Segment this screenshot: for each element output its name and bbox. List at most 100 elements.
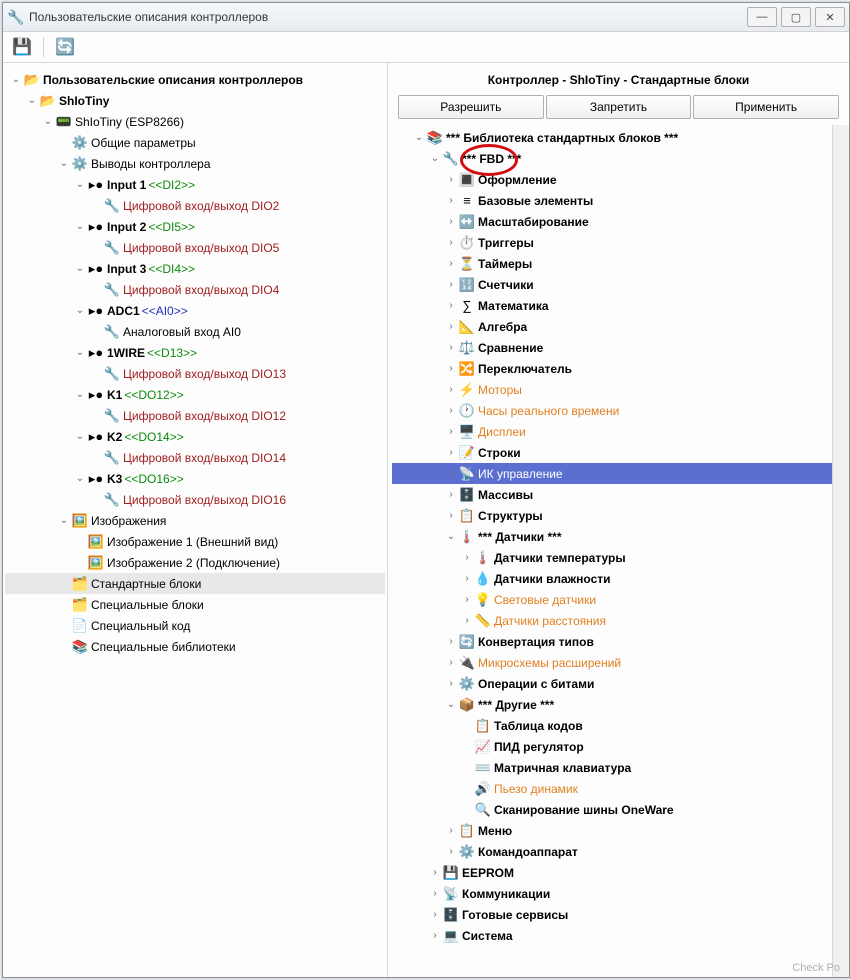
expand-icon[interactable]: ⌄ <box>57 158 71 169</box>
left-tree-item[interactable]: ⌄▸●K3 <<DO16>> <box>5 468 385 489</box>
right-tree-item[interactable]: ›🔳Оформление <box>392 169 845 190</box>
expand-icon[interactable]: › <box>444 657 458 668</box>
right-tree-item[interactable]: ›⏱️Триггеры <box>392 232 845 253</box>
right-tree-item[interactable]: ›🗄️Готовые сервисы <box>392 904 845 925</box>
titlebar[interactable]: 🔧 Пользовательские описания контроллеров… <box>3 3 849 32</box>
left-tree-item[interactable]: 🗂️Специальные блоки <box>5 594 385 615</box>
left-tree-item[interactable]: 📄Специальный код <box>5 615 385 636</box>
left-tree-item[interactable]: 🔧Цифровой вход/выход DIO4 <box>5 279 385 300</box>
expand-icon[interactable]: › <box>444 489 458 500</box>
expand-icon[interactable]: › <box>444 363 458 374</box>
right-tree-item[interactable]: ›🔌Микросхемы расширений <box>392 652 845 673</box>
expand-icon[interactable]: › <box>444 300 458 311</box>
expand-icon[interactable]: ⌄ <box>73 431 87 442</box>
right-tree-item[interactable]: ›∑Математика <box>392 295 845 316</box>
left-tree-item[interactable]: 🔧Цифровой вход/выход DIO5 <box>5 237 385 258</box>
right-tree-item[interactable]: ›💾EEPROM <box>392 862 845 883</box>
allow-button[interactable]: Разрешить <box>398 95 544 119</box>
right-tree-panel[interactable]: ⌄📚*** Библиотека стандартных блоков ***⌄… <box>388 125 849 977</box>
right-tree-item[interactable]: ›🖥️Дисплеи <box>392 421 845 442</box>
expand-icon[interactable]: › <box>444 216 458 227</box>
expand-icon[interactable]: › <box>460 615 474 626</box>
left-tree-item[interactable]: 🔧Цифровой вход/выход DIO2 <box>5 195 385 216</box>
expand-icon[interactable]: ⌄ <box>444 699 458 710</box>
left-tree-item[interactable]: ⚙️Общие параметры <box>5 132 385 153</box>
refresh-button[interactable]: 🔄 <box>54 36 76 58</box>
right-tree-item[interactable]: ›🔄Конвертация типов <box>392 631 845 652</box>
right-tree-item[interactable]: ›💻Система <box>392 925 845 946</box>
close-button[interactable]: ✕ <box>815 7 845 27</box>
right-tree-item[interactable]: 🔍Сканирование шины OneWare <box>392 799 845 820</box>
left-tree-item[interactable]: ⌄🖼️Изображения <box>5 510 385 531</box>
expand-icon[interactable]: › <box>444 174 458 185</box>
right-tree-item[interactable]: ›🗄️Массивы <box>392 484 845 505</box>
right-tree-item[interactable]: ›🌡️Датчики температуры <box>392 547 845 568</box>
apply-button[interactable]: Применить <box>693 95 839 119</box>
right-tree-item[interactable]: ›💡Световые датчики <box>392 589 845 610</box>
left-tree-item[interactable]: ⌄▸●ADC1 <<AI0>> <box>5 300 385 321</box>
expand-icon[interactable]: ⌄ <box>73 389 87 400</box>
expand-icon[interactable]: › <box>444 405 458 416</box>
right-tree-item[interactable]: ›📐Алгебра <box>392 316 845 337</box>
right-tree-item[interactable]: ⌄📚*** Библиотека стандартных блоков *** <box>392 127 845 148</box>
left-tree-item[interactable]: ⌄📂ShIoTiny <box>5 90 385 111</box>
minimize-button[interactable]: — <box>747 7 777 27</box>
expand-icon[interactable]: › <box>460 594 474 605</box>
left-tree-item[interactable]: 🔧Цифровой вход/выход DIO12 <box>5 405 385 426</box>
right-tree-item[interactable]: ›📡Коммуникации <box>392 883 845 904</box>
right-tree-item[interactable]: ›📡ИК управление <box>392 463 845 484</box>
expand-icon[interactable]: › <box>444 342 458 353</box>
right-tree-item[interactable]: ›≡Базовые элементы <box>392 190 845 211</box>
left-tree-item[interactable]: 🖼️Изображение 2 (Подключение) <box>5 552 385 573</box>
expand-icon[interactable]: › <box>444 447 458 458</box>
left-tree-item[interactable]: ⌄▸●1WIRE <<D13>> <box>5 342 385 363</box>
right-tree-item[interactable]: ›📝Строки <box>392 442 845 463</box>
expand-icon[interactable]: › <box>428 867 442 878</box>
expand-icon[interactable]: ⌄ <box>73 263 87 274</box>
expand-icon[interactable]: › <box>444 468 458 479</box>
right-tree-item[interactable]: 📋Таблица кодов <box>392 715 845 736</box>
left-tree-item[interactable]: ⌄📟ShIoTiny (ESP8266) <box>5 111 385 132</box>
right-tree-item[interactable]: ›⚙️Операции с битами <box>392 673 845 694</box>
right-tree-item[interactable]: ›📋Меню <box>392 820 845 841</box>
expand-icon[interactable]: ⌄ <box>73 473 87 484</box>
right-tree-item[interactable]: ›⏳Таймеры <box>392 253 845 274</box>
expand-icon[interactable]: ⌄ <box>41 116 55 127</box>
expand-icon[interactable]: › <box>444 846 458 857</box>
expand-icon[interactable]: ⌄ <box>73 305 87 316</box>
expand-icon[interactable]: › <box>444 195 458 206</box>
left-tree-item[interactable]: ⌄▸●Input 1 <<DI2>> <box>5 174 385 195</box>
left-tree-item[interactable]: 🗂️Стандартные блоки <box>5 573 385 594</box>
expand-icon[interactable]: › <box>428 909 442 920</box>
right-tree-item[interactable]: ›🔢Счетчики <box>392 274 845 295</box>
expand-icon[interactable]: › <box>444 678 458 689</box>
right-tree-item[interactable]: ›⚙️Командоаппарат <box>392 841 845 862</box>
right-tree-item[interactable]: ›💧Датчики влажности <box>392 568 845 589</box>
left-tree-item[interactable]: ⌄▸●K2 <<DO14>> <box>5 426 385 447</box>
expand-icon[interactable]: › <box>460 573 474 584</box>
right-tree-item[interactable]: ⌄📦*** Другие *** <box>392 694 845 715</box>
left-tree-item[interactable]: ⌄▸●Input 2 <<DI5>> <box>5 216 385 237</box>
expand-icon[interactable]: › <box>444 237 458 248</box>
expand-icon[interactable]: › <box>444 426 458 437</box>
right-tree-item[interactable]: ›🕐Часы реального времени <box>392 400 845 421</box>
scrollbar[interactable] <box>832 125 849 977</box>
expand-icon[interactable]: › <box>444 825 458 836</box>
left-tree-item[interactable]: 🔧Цифровой вход/выход DIO13 <box>5 363 385 384</box>
expand-icon[interactable]: › <box>444 279 458 290</box>
maximize-button[interactable]: ▢ <box>781 7 811 27</box>
right-tree-item[interactable]: 🔊Пьезо динамик <box>392 778 845 799</box>
right-tree-item[interactable]: ⌨️Матричная клавиатура <box>392 757 845 778</box>
right-tree-item[interactable]: ›📏Датчики расстояния <box>392 610 845 631</box>
right-tree-item[interactable]: ⌄🌡️*** Датчики *** <box>392 526 845 547</box>
expand-icon[interactable]: ⌄ <box>428 153 442 164</box>
expand-icon[interactable]: ⌄ <box>9 74 23 85</box>
right-tree-item[interactable]: ›🔀Переключатель <box>392 358 845 379</box>
expand-icon[interactable]: ⌄ <box>57 515 71 526</box>
expand-icon[interactable]: › <box>444 636 458 647</box>
expand-icon[interactable]: › <box>444 321 458 332</box>
expand-icon[interactable]: ⌄ <box>25 95 39 106</box>
left-tree-item[interactable]: 🔧Цифровой вход/выход DIO14 <box>5 447 385 468</box>
left-tree-item[interactable]: 📚Специальные библиотеки <box>5 636 385 657</box>
right-tree-item[interactable]: ⌄🔧*** FBD *** <box>392 148 845 169</box>
